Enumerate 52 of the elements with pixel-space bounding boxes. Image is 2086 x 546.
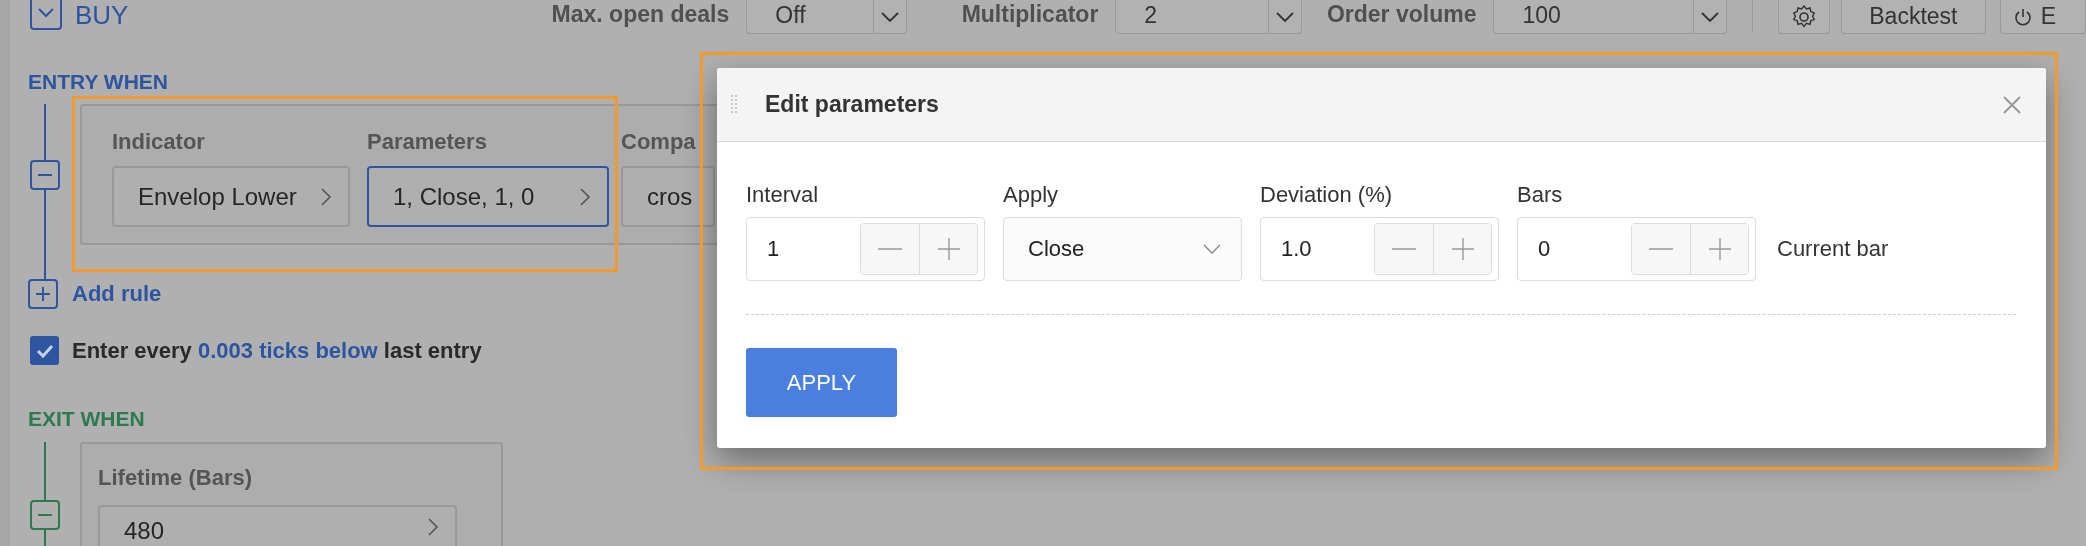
increment-button[interactable] [1433, 224, 1491, 274]
settings-button[interactable] [1778, 0, 1831, 34]
check-icon [35, 343, 54, 358]
backtest-button[interactable]: Backtest [1841, 0, 1986, 34]
section-title: EXIT WHEN [28, 407, 146, 431]
minus-icon [1649, 248, 1673, 250]
section-title: ENTRY WHEN [28, 70, 169, 94]
apply-button[interactable]: APPLY [746, 348, 897, 417]
dropdown[interactable]: Close [1003, 217, 1242, 281]
dialog-title: Edit parameters [765, 91, 940, 118]
dropdown[interactable]: Off [746, 0, 908, 34]
plus-icon [1708, 238, 1731, 260]
checkbox[interactable] [30, 336, 59, 365]
field-label: Apply [1003, 182, 1060, 208]
dropdown[interactable]: 2 [1115, 0, 1302, 34]
minus-icon [878, 248, 902, 250]
field-note: Current bar [1777, 235, 1889, 263]
field-label: Parameters [367, 128, 488, 156]
minus-icon [1392, 248, 1416, 250]
caret-icon [1203, 244, 1221, 254]
plus-icon [937, 238, 960, 260]
rule-select-button[interactable]: 480 [98, 505, 457, 546]
number-field[interactable]: 1.0 [1260, 217, 1499, 281]
plus-icon [1451, 238, 1474, 260]
checkbox-label: Enter every 0.003 ticks below last entry [72, 337, 482, 364]
chevron-right-icon [579, 186, 591, 207]
field-label: Compa [621, 128, 697, 156]
side-label: BUY [75, 0, 130, 30]
dropdown[interactable]: 100 [1493, 0, 1728, 34]
number-field[interactable]: 0 [1517, 217, 1756, 281]
collapse-toggle-icon[interactable] [30, 0, 62, 30]
rule-select-button[interactable]: cros [621, 166, 715, 227]
power-icon [2012, 6, 2033, 27]
field-label: Multiplicator [960, 0, 1099, 28]
close-button[interactable] [2002, 94, 2022, 115]
field-label: Order volume [1325, 0, 1477, 28]
field-label: Indicator [112, 128, 206, 156]
number-field[interactable]: 1 [746, 217, 985, 281]
field-label: Deviation (%) [1260, 182, 1394, 208]
increment-button[interactable] [919, 224, 977, 274]
increment-button[interactable] [1690, 224, 1748, 274]
settings-icon [1791, 3, 1818, 30]
field-label: Interval [746, 182, 820, 208]
rule-select-button[interactable]: 1, Close, 1, 0 [367, 166, 609, 227]
field-label: Lifetime (Bars) [98, 464, 254, 492]
field-label: Bars [1517, 182, 1564, 208]
rule-select-button[interactable]: Envelop Lower [112, 166, 350, 227]
field-label: Max. open deals [550, 0, 730, 28]
chevron-right-icon [427, 517, 439, 537]
power-button[interactable]: E [1999, 0, 2086, 34]
drag-handle-icon[interactable] [730, 93, 738, 116]
chevron-right-icon [320, 186, 332, 207]
